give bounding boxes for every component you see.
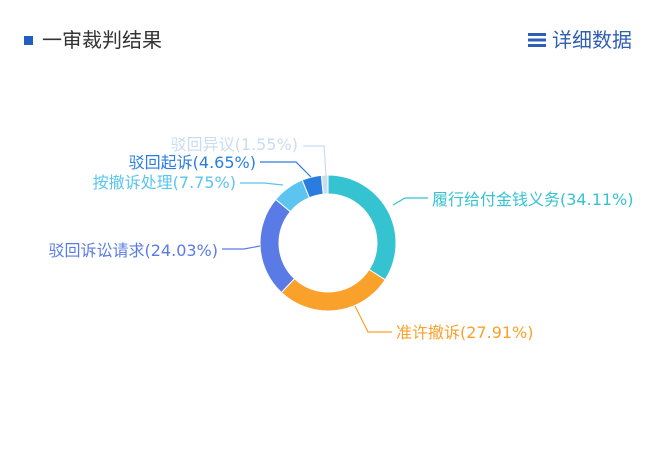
slice-label-4: 按撤诉处理(7.75%) — [93, 173, 236, 192]
slice-label-6: 驳回异议(1.55%) — [171, 135, 298, 154]
slice-label-1: 履行给付金钱义务(34.11%) — [432, 190, 634, 209]
donut-chart: 履行给付金钱义务(34.11%) 准许撤诉(27.91%) 驳回诉讼请求(24.03… — [49, 135, 634, 342]
leader-line-6 — [303, 145, 327, 177]
donut-slice-2[interactable] — [280, 268, 386, 312]
leader-line-3 — [222, 245, 261, 250]
donut-slice-1[interactable] — [327, 174, 397, 281]
leader-line-4 — [240, 182, 284, 186]
leader-line-2 — [354, 305, 392, 333]
slice-label-2: 准许撤诉(27.91%) — [396, 323, 534, 342]
leader-line-5 — [260, 161, 312, 178]
leader-line-1 — [392, 197, 428, 206]
donut-slice-3[interactable] — [259, 198, 296, 294]
slice-label-5: 驳回起诉(4.65%) — [129, 153, 256, 172]
slice-label-3: 驳回诉讼请求(24.03%) — [49, 241, 219, 260]
